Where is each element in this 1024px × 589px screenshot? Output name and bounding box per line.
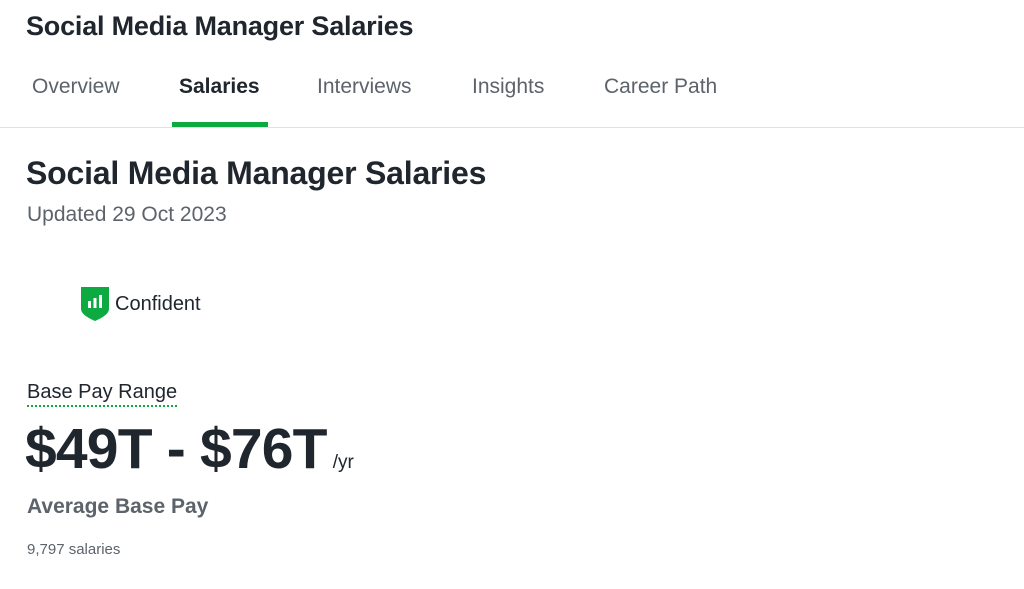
salary-page: Social Media Manager Salaries Overview S… (0, 0, 1024, 589)
tab-overview[interactable]: Overview (32, 75, 120, 99)
base-pay-range-label[interactable]: Base Pay Range (27, 381, 178, 407)
average-base-pay-label: Average Base Pay (27, 495, 209, 518)
tab-interviews[interactable]: Interviews (317, 75, 412, 99)
confidence-label: Confident (115, 292, 201, 315)
page-title: Social Media Manager Salaries (26, 155, 487, 191)
tab-career-path[interactable]: Career Path (604, 75, 717, 99)
updated-date: Updated 29 Oct 2023 (27, 203, 227, 226)
shield-bar-chart-icon (81, 287, 109, 321)
active-tab-indicator (172, 122, 268, 127)
page-header-title: Social Media Manager Salaries (26, 11, 414, 41)
base-pay-range-unit: /yr (332, 452, 354, 473)
tab-bar: Overview Salaries Interviews Insights Ca… (0, 56, 1024, 128)
base-pay-range: $49T - $76T /yr (25, 416, 354, 482)
salary-count: 9,797 salaries (27, 541, 121, 558)
base-pay-range-value: $49T - $76T (25, 417, 328, 481)
tab-salaries[interactable]: Salaries (179, 75, 260, 99)
confidence-badge: Confident (81, 287, 201, 321)
tab-insights[interactable]: Insights (472, 75, 544, 99)
